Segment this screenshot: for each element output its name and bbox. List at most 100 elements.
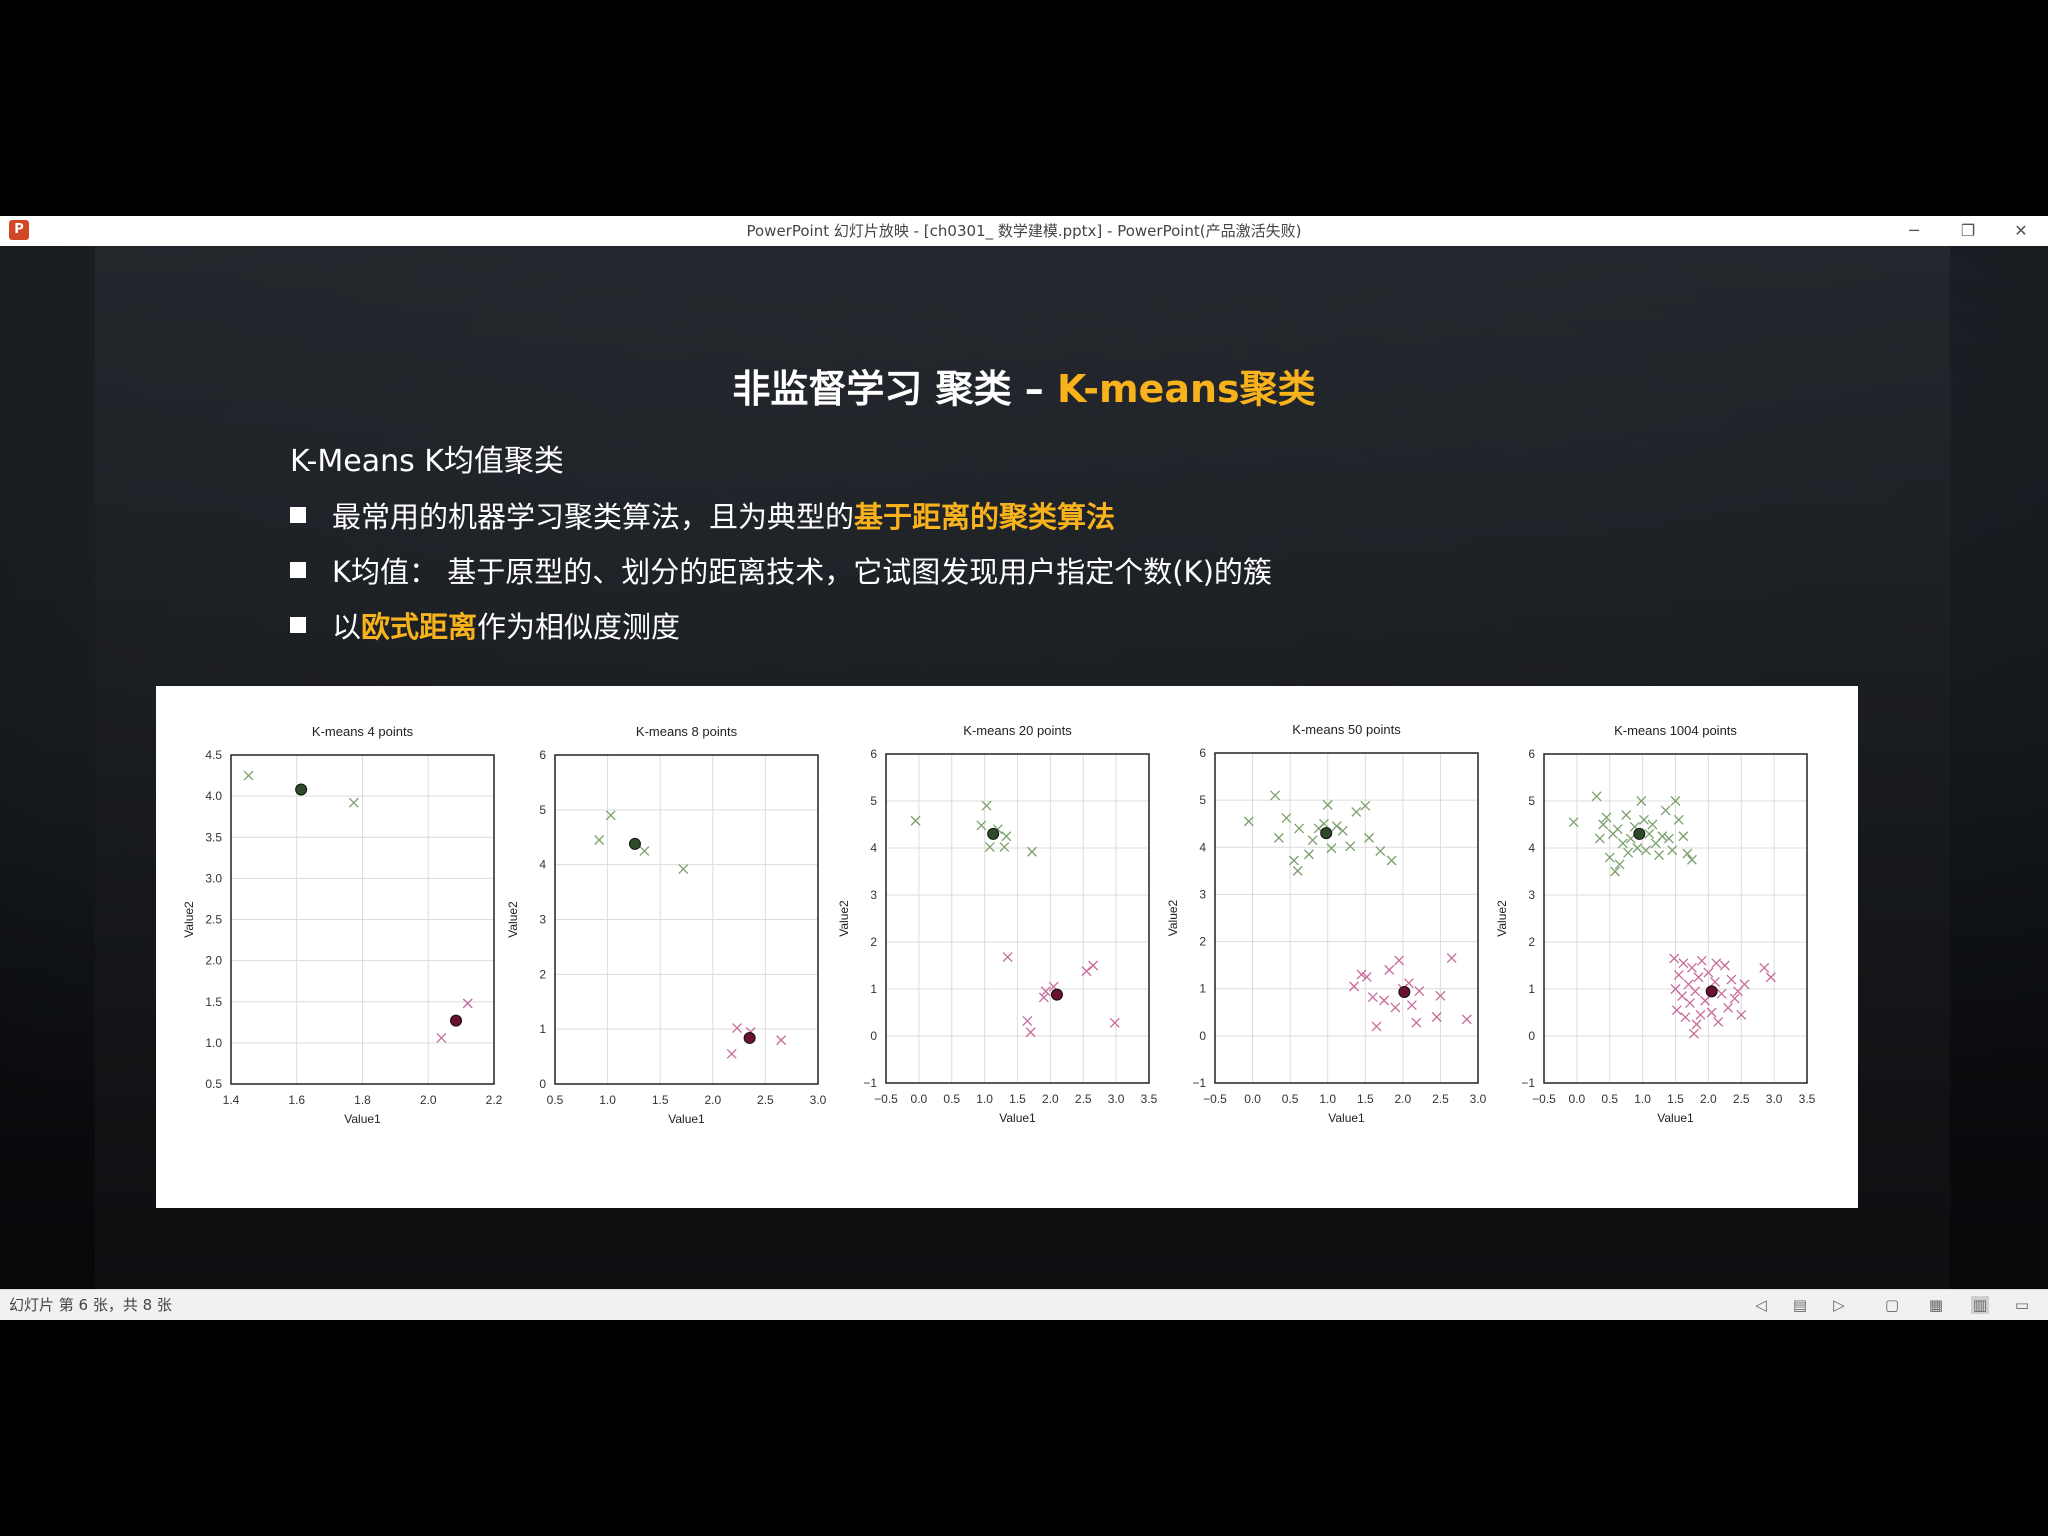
window-title: PowerPoint 幻灯片放映 - [ch0301_ 数学建模.pptx] -… (746, 222, 1302, 240)
normal-view-icon[interactable]: ▢ (1883, 1296, 1901, 1314)
data-point (1431, 1012, 1442, 1022)
y-tick-label: 4.5 (205, 748, 222, 762)
data-point (1288, 855, 1299, 866)
y-tick-label: 1.0 (205, 1036, 222, 1050)
x-tick-label: −0.5 (874, 1092, 898, 1106)
data-point (1337, 825, 1348, 836)
data-point (1680, 1012, 1691, 1023)
x-tick-label: 1.0 (976, 1092, 993, 1106)
y-tick-label: 0 (1199, 1029, 1206, 1043)
window-titlebar: P PowerPoint 幻灯片放映 - [ch0301_ 数学建模.pptx]… (0, 216, 2048, 246)
minimize-button[interactable]: ─ (1894, 216, 1934, 246)
y-tick-label: 6 (539, 748, 546, 762)
data-point (1726, 974, 1737, 985)
x-tick-label: 3.0 (1766, 1092, 1783, 1106)
centroid-point (628, 837, 641, 850)
x-tick-label: 2.5 (1432, 1092, 1449, 1106)
y-tick-label: 5 (870, 794, 877, 808)
data-point (1292, 865, 1303, 876)
y-tick-label: 1.5 (205, 995, 222, 1009)
data-point (1001, 831, 1012, 842)
chart-4: −0.5 0.0 0.5 1.0 1.5 2.0 2.5 3.0 −1 0 1 2 3 4 5 6 K-mean… (1166, 722, 1487, 1125)
data-point (1349, 981, 1359, 992)
data-point (1326, 843, 1337, 854)
x-tick-label: 3.5 (1141, 1092, 1158, 1106)
y-tick-label: 1 (1528, 982, 1535, 996)
x-tick-label: 1.0 (599, 1093, 616, 1107)
x-tick-label: 2.5 (757, 1093, 774, 1107)
y-tick-label: 4.0 (205, 789, 222, 803)
bullet-1-text: 最常用的机器学习聚类算法，且为典型的 (332, 500, 855, 534)
y-tick-label: 1 (539, 1022, 546, 1036)
data-point (243, 770, 254, 781)
data-point (1657, 831, 1668, 842)
y-tick-label: 6 (870, 747, 877, 761)
data-point (1367, 992, 1378, 1003)
data-point (1411, 1017, 1422, 1028)
x-tick-label: 1.0 (1319, 1092, 1336, 1106)
slide-counter: 幻灯片 第 6 张，共 8 张 (9, 1296, 172, 1314)
chart-title: K-means 4 points (312, 724, 414, 739)
sorter-view-icon[interactable]: ▦ (1927, 1296, 1945, 1314)
centroid-point (1050, 988, 1063, 1001)
data-point (1390, 1002, 1401, 1013)
data-point (1693, 972, 1704, 983)
data-point (1638, 814, 1649, 825)
chart-title: K-means 50 points (1292, 722, 1401, 737)
centroid-point (743, 1031, 756, 1044)
bullet-square-icon (290, 617, 306, 633)
data-point (776, 1035, 787, 1046)
y-axis-label: Value2 (506, 901, 520, 938)
y-tick-label: 3 (1199, 887, 1206, 901)
x-axis-label: Value1 (1328, 1111, 1365, 1125)
chart-1: 1.4 1.6 1.8 2.0 2.2 0.5 1.0 1.5 2.0 2.5 3.0 3.5 4.0 4… (182, 724, 503, 1126)
x-tick-label: 1.5 (1667, 1092, 1684, 1106)
x-tick-label: −0.5 (1532, 1092, 1556, 1106)
data-point (639, 845, 650, 856)
y-tick-label: 1 (1199, 982, 1206, 996)
centroid-point (1633, 827, 1646, 840)
y-tick-label: −1 (863, 1076, 877, 1090)
slide-title: 非监督学习 聚类 – K-means聚类 (0, 358, 2048, 413)
status-bar: 幻灯片 第 6 张，共 8 张 ◁ ▤ ▷ ▢ ▦ ▥ ▭ (0, 1289, 2048, 1320)
x-tick-label: 2.2 (486, 1093, 503, 1107)
x-tick-label: 1.5 (652, 1093, 669, 1107)
data-point (1660, 805, 1671, 816)
y-tick-label: 6 (1199, 746, 1206, 760)
slide-subtitle: K-Means K均值聚类 (290, 444, 564, 479)
x-tick-label: 0.5 (547, 1093, 564, 1107)
x-tick-label: 2.0 (1700, 1092, 1717, 1106)
x-tick-label: 2.5 (1733, 1092, 1750, 1106)
data-point (1394, 955, 1405, 966)
next-icon[interactable]: ▷ (1830, 1296, 1848, 1314)
centroid-point (1320, 827, 1333, 840)
data-point (1371, 1021, 1382, 1032)
data-point (1696, 955, 1707, 966)
x-tick-label: −0.5 (1203, 1092, 1227, 1106)
y-axis-label: Value2 (182, 901, 196, 938)
data-point (678, 864, 689, 875)
y-axis-label: Value2 (1495, 900, 1509, 937)
kmeans-charts-panel: 1.4 1.6 1.8 2.0 2.2 0.5 1.0 1.5 2.0 2.5 3.0 3.5 4.0 4… (156, 686, 1858, 1208)
data-point (1709, 976, 1720, 987)
prev-icon[interactable]: ◁ (1752, 1296, 1770, 1314)
y-tick-label: 5 (1199, 793, 1206, 807)
slideshow-icon[interactable]: ▭ (2013, 1296, 2031, 1314)
data-point (981, 800, 992, 811)
notes-icon[interactable]: ▤ (1791, 1296, 1809, 1314)
y-tick-label: 0 (1528, 1029, 1535, 1043)
x-tick-label: 0.5 (1282, 1092, 1299, 1106)
y-tick-label: 0 (539, 1077, 546, 1091)
x-tick-label: 3.5 (1799, 1092, 1816, 1106)
x-tick-label: 1.5 (1357, 1092, 1374, 1106)
reading-view-icon[interactable]: ▥ (1971, 1296, 1989, 1314)
data-point (1621, 810, 1632, 821)
x-axis-label: Value1 (344, 1112, 381, 1126)
close-button[interactable]: ✕ (2001, 216, 2041, 246)
restore-button[interactable]: ❐ (1948, 216, 1988, 246)
data-point (1270, 790, 1281, 801)
data-point (1364, 832, 1374, 843)
data-point (1022, 1016, 1033, 1026)
x-tick-label: 1.8 (354, 1093, 371, 1107)
slide-canvas[interactable]: 非监督学习 聚类 – K-means聚类 K-Means K均值聚类 最常用的机… (0, 246, 2048, 1289)
